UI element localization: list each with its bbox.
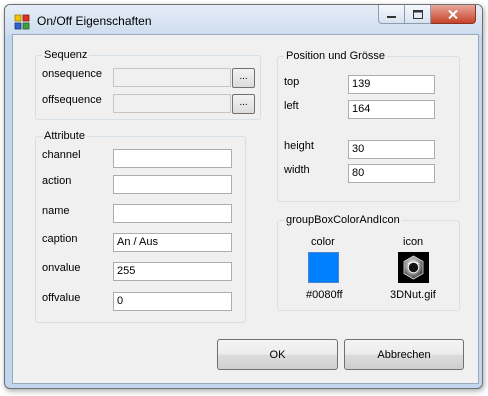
restore-icon (412, 9, 423, 19)
window-title: On/Off Eigenschaften (37, 14, 152, 28)
offvalue-label: offvalue (42, 292, 81, 304)
left-field[interactable]: 164 (348, 100, 435, 119)
onvalue-field[interactable]: 255 (113, 262, 232, 281)
name-label: name (42, 205, 70, 217)
caption-buttons (378, 5, 476, 25)
ok-button[interactable]: OK (217, 339, 338, 370)
position-group: Position und Grösse top 139 left 164 hei… (277, 50, 460, 202)
icon-preview[interactable] (398, 252, 429, 283)
color-icon-group-title: groupBoxColorAndIcon (284, 214, 402, 227)
nut-icon (403, 255, 424, 280)
top-field[interactable]: 139 (348, 75, 435, 94)
action-label: action (42, 175, 72, 187)
action-field[interactable] (113, 175, 232, 194)
color-value-caption: #0080ff (306, 289, 343, 301)
cancel-button[interactable]: Abbrechen (344, 339, 464, 370)
close-icon (448, 9, 458, 19)
sequenz-group-title: Sequenz (42, 49, 90, 62)
attribute-group-title: Attribute (42, 130, 87, 143)
height-label: height (284, 140, 314, 152)
minimize-icon (387, 15, 396, 18)
offsequence-label: offsequence (42, 94, 102, 106)
offsequence-browse-button[interactable]: ... (232, 94, 255, 114)
onsequence-browse-button[interactable]: ... (232, 68, 255, 88)
color-label: color (311, 236, 335, 248)
app-icon (14, 14, 30, 30)
name-field[interactable] (113, 204, 232, 223)
minimize-button[interactable] (378, 5, 405, 24)
position-group-title: Position und Grösse (284, 50, 388, 63)
caption-field[interactable]: An / Aus (113, 233, 232, 252)
maximize-button[interactable] (405, 5, 431, 24)
onvalue-label: onvalue (42, 262, 81, 274)
width-field[interactable]: 80 (348, 164, 435, 183)
left-label: left (284, 100, 299, 112)
offsequence-field[interactable] (113, 94, 231, 113)
sequenz-group: Sequenz onsequence ... offsequence ... (35, 49, 261, 120)
onsequence-field[interactable] (113, 68, 231, 87)
width-label: width (284, 164, 310, 176)
icon-filename-caption: 3DNut.gif (390, 289, 436, 301)
dialog-window: On/Off Eigenschaften Sequenz onsequence … (4, 4, 483, 389)
color-swatch[interactable] (308, 252, 339, 283)
offvalue-field[interactable]: 0 (113, 292, 232, 311)
title-bar[interactable]: On/Off Eigenschaften (5, 5, 482, 35)
height-field[interactable]: 30 (348, 140, 435, 159)
channel-field[interactable] (113, 149, 232, 168)
channel-label: channel (42, 149, 81, 161)
color-icon-group: groupBoxColorAndIcon color #0080ff icon (277, 214, 460, 311)
attribute-group: Attribute channel action name caption An… (35, 130, 246, 323)
caption-label: caption (42, 233, 78, 245)
top-label: top (284, 76, 300, 88)
close-button[interactable] (431, 5, 476, 24)
dialog-client-area: Sequenz onsequence ... offsequence ... A… (12, 34, 479, 384)
icon-label: icon (403, 236, 424, 248)
onsequence-label: onsequence (42, 68, 102, 80)
